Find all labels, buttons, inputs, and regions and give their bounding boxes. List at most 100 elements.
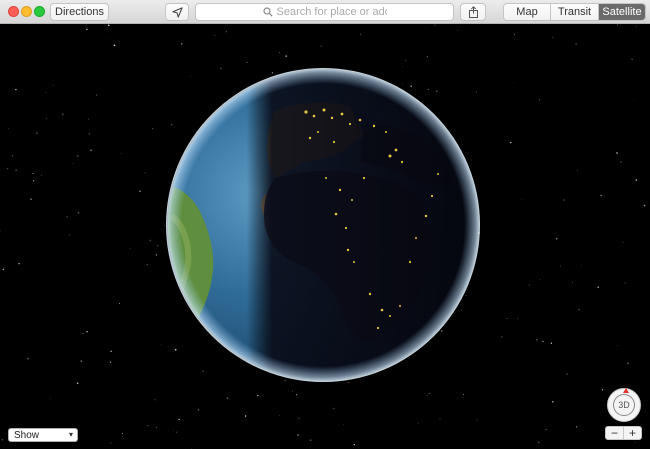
star (1, 439, 4, 441)
star (510, 141, 512, 144)
star (320, 45, 322, 47)
star (178, 418, 180, 421)
star (30, 198, 32, 200)
search-field[interactable] (195, 3, 454, 21)
star (545, 428, 547, 430)
map-mode-satellite[interactable]: Satellite (599, 4, 645, 20)
compass-label: 3D (618, 400, 630, 410)
star (32, 172, 34, 175)
current-location-button[interactable] (165, 3, 189, 21)
star (76, 382, 79, 384)
star (120, 152, 122, 154)
star (87, 118, 89, 120)
star (539, 278, 541, 280)
star (173, 430, 174, 431)
minimize-window-button[interactable] (21, 6, 32, 17)
star (257, 394, 259, 397)
star (11, 155, 14, 157)
star (155, 254, 158, 256)
star (80, 360, 83, 362)
map-mode-transit[interactable]: Transit (551, 4, 599, 20)
star (151, 128, 154, 130)
star (575, 426, 578, 428)
star (463, 394, 465, 396)
north-indicator-icon (623, 388, 629, 393)
star (353, 444, 355, 446)
map-mode-map[interactable]: Map (504, 4, 551, 20)
star (517, 317, 518, 319)
show-menu-label: Show (14, 429, 40, 441)
star (18, 262, 20, 265)
star (297, 434, 299, 436)
star (81, 332, 84, 335)
star (45, 92, 47, 93)
star (360, 33, 361, 35)
map-mode-control: Map Transit Satellite (503, 3, 646, 21)
star (154, 399, 156, 401)
star (539, 99, 541, 101)
star (425, 26, 426, 28)
directions-label: Directions (55, 6, 104, 18)
star (624, 282, 626, 284)
star (439, 418, 441, 420)
star (576, 169, 578, 171)
star (49, 398, 51, 399)
star (476, 419, 478, 421)
location-arrow-icon (171, 6, 183, 18)
star (501, 336, 503, 338)
zoom-out-button[interactable]: − (606, 427, 624, 439)
star (88, 133, 91, 135)
star (146, 263, 148, 266)
map-view[interactable]: Show ▾ 3D − + (0, 24, 650, 449)
star (246, 61, 248, 64)
star (332, 407, 335, 410)
star (616, 152, 618, 154)
compass-3d-toggle[interactable]: 3D (613, 394, 635, 416)
star (551, 36, 553, 38)
star (113, 44, 116, 47)
star (623, 242, 625, 243)
star (226, 397, 229, 399)
star (597, 286, 599, 288)
star (513, 33, 516, 35)
star (139, 190, 141, 193)
star (147, 425, 149, 427)
directions-button[interactable]: Directions (50, 3, 109, 21)
star (309, 439, 312, 442)
star (285, 55, 288, 57)
zoom-window-button[interactable] (34, 6, 45, 17)
show-menu[interactable]: Show ▾ (8, 428, 78, 442)
star (536, 339, 538, 341)
star (521, 198, 523, 200)
close-window-button[interactable] (8, 6, 19, 17)
star (15, 169, 17, 171)
star (426, 55, 428, 58)
star (96, 94, 97, 96)
compass-button[interactable]: 3D (607, 388, 641, 422)
star (560, 265, 561, 267)
search-input[interactable] (276, 6, 387, 18)
star (617, 24, 618, 26)
star (77, 155, 79, 157)
share-button[interactable] (460, 3, 486, 21)
star (555, 237, 558, 240)
star (633, 99, 634, 100)
star (144, 172, 146, 174)
star (86, 331, 88, 333)
earth-globe[interactable] (164, 66, 482, 384)
share-icon (468, 6, 478, 18)
star (631, 58, 633, 61)
star (160, 344, 161, 346)
zoom-in-button[interactable]: + (624, 427, 641, 439)
star (634, 441, 636, 443)
star (110, 442, 112, 444)
star (552, 401, 554, 403)
star (417, 422, 419, 424)
star (342, 424, 344, 426)
star (2, 268, 5, 271)
star (69, 234, 71, 236)
star (121, 433, 123, 434)
star (0, 230, 1, 232)
star (572, 281, 573, 283)
star (428, 393, 430, 395)
